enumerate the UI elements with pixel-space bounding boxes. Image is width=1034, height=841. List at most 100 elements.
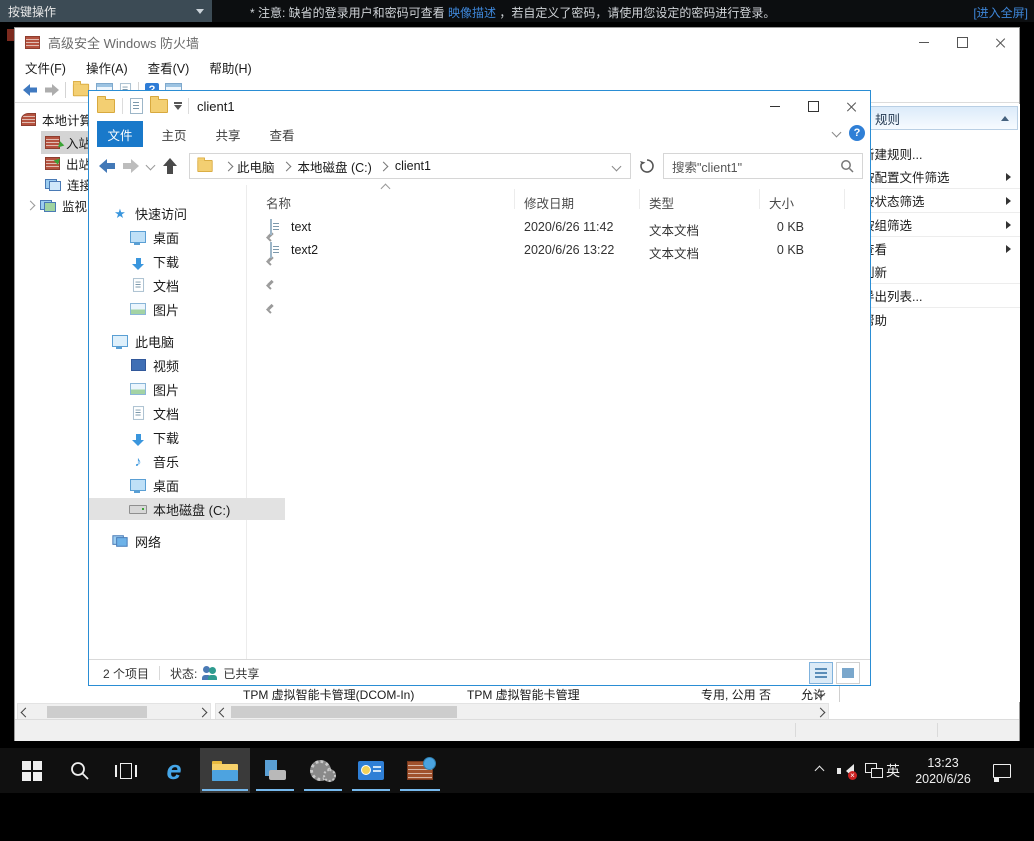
file-row[interactable]: text 2020/6/26 11:42 文本文档 0 KB xyxy=(246,217,870,239)
breadcrumb-chevron-icon[interactable] xyxy=(224,161,234,171)
qat-properties-icon[interactable] xyxy=(130,98,143,114)
nav-label: 快速访问 xyxy=(135,204,187,223)
nav-label: 下载 xyxy=(153,252,179,271)
action-center-button[interactable] xyxy=(984,748,1020,793)
tab-home[interactable]: 主页 xyxy=(153,121,195,147)
breadcrumb[interactable]: 此电脑 本地磁盘 (C:) client1 xyxy=(189,153,631,179)
close-button[interactable] xyxy=(832,92,870,120)
volume-muted-icon: × xyxy=(837,763,855,779)
minimize-button[interactable] xyxy=(905,30,943,54)
column-type[interactable]: 类型 xyxy=(649,193,674,212)
clock-date: 2020/6/26 xyxy=(915,771,971,787)
breadcrumb-folder[interactable]: client1 xyxy=(395,159,431,173)
tab-view[interactable]: 查看 xyxy=(261,121,303,147)
back-icon[interactable] xyxy=(23,84,38,96)
keyboard-actions-dropdown[interactable]: 按键操作 xyxy=(0,0,212,22)
file-type: 文本文档 xyxy=(649,243,699,262)
nav-network[interactable]: 网络 xyxy=(89,530,267,552)
file-explorer-button[interactable] xyxy=(200,748,250,793)
thumbnail-view-button[interactable] xyxy=(836,662,860,684)
help-icon[interactable]: ? xyxy=(849,125,865,141)
tray-clock[interactable]: 13:23 2020/6/26 xyxy=(906,748,980,793)
search-box[interactable]: 搜索"client1" xyxy=(663,153,863,179)
qat-customize-icon[interactable] xyxy=(174,102,182,110)
internet-explorer-button[interactable]: e xyxy=(152,748,196,793)
file-date: 2020/6/26 13:22 xyxy=(524,243,614,257)
scroll-thumb[interactable] xyxy=(47,706,147,718)
explorer-window-title: client1 xyxy=(197,99,235,114)
tray-volume-button[interactable]: × xyxy=(832,748,860,793)
breadcrumb-drive[interactable]: 本地磁盘 (C:) xyxy=(298,157,372,176)
ime-indicator: 英 xyxy=(886,761,900,781)
scroll-right-icon[interactable] xyxy=(813,705,828,719)
column-size[interactable]: 大小 xyxy=(769,193,794,212)
image-description-link[interactable]: 映像描述 xyxy=(448,6,496,20)
recent-locations-icon[interactable] xyxy=(146,161,156,171)
collapse-icon[interactable] xyxy=(1001,116,1009,121)
task-view-button[interactable] xyxy=(106,748,146,793)
back-icon[interactable] xyxy=(99,159,115,173)
scroll-thumb[interactable] xyxy=(231,706,457,718)
menu-help[interactable]: 帮助(H) xyxy=(199,58,261,77)
nav-label: 下载 xyxy=(153,428,179,447)
tray-ime-button[interactable]: 英 xyxy=(880,748,906,793)
flyout-arrow-icon xyxy=(1006,221,1011,229)
search-hint: 搜索"client1" xyxy=(672,157,742,176)
firewall-titlebar[interactable]: 高级安全 Windows 防火墙 xyxy=(15,28,1019,56)
breadcrumb-chevron-icon[interactable] xyxy=(281,161,291,171)
nav-quick-access[interactable]: 快速访问 xyxy=(89,202,267,224)
enter-fullscreen-link[interactable]: [进入全屏] xyxy=(973,4,1028,21)
column-date[interactable]: 修改日期 xyxy=(524,193,574,212)
toolbar-folder-icon[interactable] xyxy=(73,84,89,97)
maximize-button[interactable] xyxy=(794,92,832,120)
settings-button[interactable] xyxy=(300,748,346,793)
start-button[interactable] xyxy=(10,748,54,793)
search-icon[interactable] xyxy=(840,159,854,173)
outbound-rules-icon xyxy=(45,157,60,170)
expand-ribbon-icon[interactable] xyxy=(832,128,842,138)
scroll-right-icon[interactable] xyxy=(195,705,210,719)
qat-new-folder-icon[interactable] xyxy=(150,99,168,113)
minimize-button[interactable] xyxy=(756,92,794,120)
close-button[interactable] xyxy=(981,30,1019,54)
file-name[interactable]: text2 xyxy=(291,243,318,257)
nav-label: 网络 xyxy=(135,532,161,551)
action-label: 按配置文件筛选 xyxy=(862,167,950,186)
rule-row[interactable]: TPM 虚拟智能卡管理(DCOM-In) TPM 虚拟智能卡管理 专用, 公用 … xyxy=(211,686,839,702)
server-manager-button[interactable] xyxy=(252,748,298,793)
nav-label: 音乐 xyxy=(153,452,179,471)
expander-icon[interactable] xyxy=(26,201,36,211)
menu-view[interactable]: 查看(V) xyxy=(138,58,200,77)
menu-file[interactable]: 文件(F) xyxy=(15,58,76,77)
tree-item-local-computer[interactable]: 本地计算 xyxy=(21,110,92,129)
menu-action[interactable]: 操作(A) xyxy=(76,58,138,77)
address-dropdown-icon[interactable] xyxy=(612,161,622,171)
breadcrumb-this-pc[interactable]: 此电脑 xyxy=(237,157,275,176)
scroll-left-icon[interactable] xyxy=(216,705,231,719)
search-button[interactable] xyxy=(60,748,100,793)
scroll-left-icon[interactable] xyxy=(18,705,33,719)
column-name[interactable]: 名称 xyxy=(266,193,291,212)
maximize-button[interactable] xyxy=(943,30,981,54)
tab-share[interactable]: 共享 xyxy=(207,121,249,147)
tray-hidden-icons-button[interactable] xyxy=(806,748,832,793)
action-center-icon xyxy=(993,764,1011,778)
file-name[interactable]: text xyxy=(291,220,311,234)
file-row[interactable]: text2 2020/6/26 13:22 文本文档 0 KB xyxy=(246,240,870,262)
forward-icon[interactable] xyxy=(44,84,59,96)
up-icon[interactable] xyxy=(163,158,177,174)
list-scroll-down-button[interactable] xyxy=(813,686,828,700)
details-view-button[interactable] xyxy=(809,662,833,684)
downloads-icon xyxy=(129,434,147,441)
breadcrumb-chevron-icon[interactable] xyxy=(378,161,388,171)
tree-item-monitoring[interactable]: 监视 xyxy=(27,196,87,215)
explorer-titlebar[interactable]: client1 xyxy=(89,91,870,121)
firewall-console-button[interactable] xyxy=(396,748,444,793)
nav-this-pc[interactable]: 此电脑 xyxy=(89,330,267,352)
refresh-icon[interactable] xyxy=(639,158,655,174)
control-panel-button[interactable] xyxy=(348,748,394,793)
notice-text-prefix: * 注意: 缺省的登录用户和密码可查看 xyxy=(250,6,448,20)
windows-logo-icon xyxy=(22,761,42,781)
forward-icon[interactable] xyxy=(123,159,139,173)
tab-file[interactable]: 文件 xyxy=(97,121,143,147)
